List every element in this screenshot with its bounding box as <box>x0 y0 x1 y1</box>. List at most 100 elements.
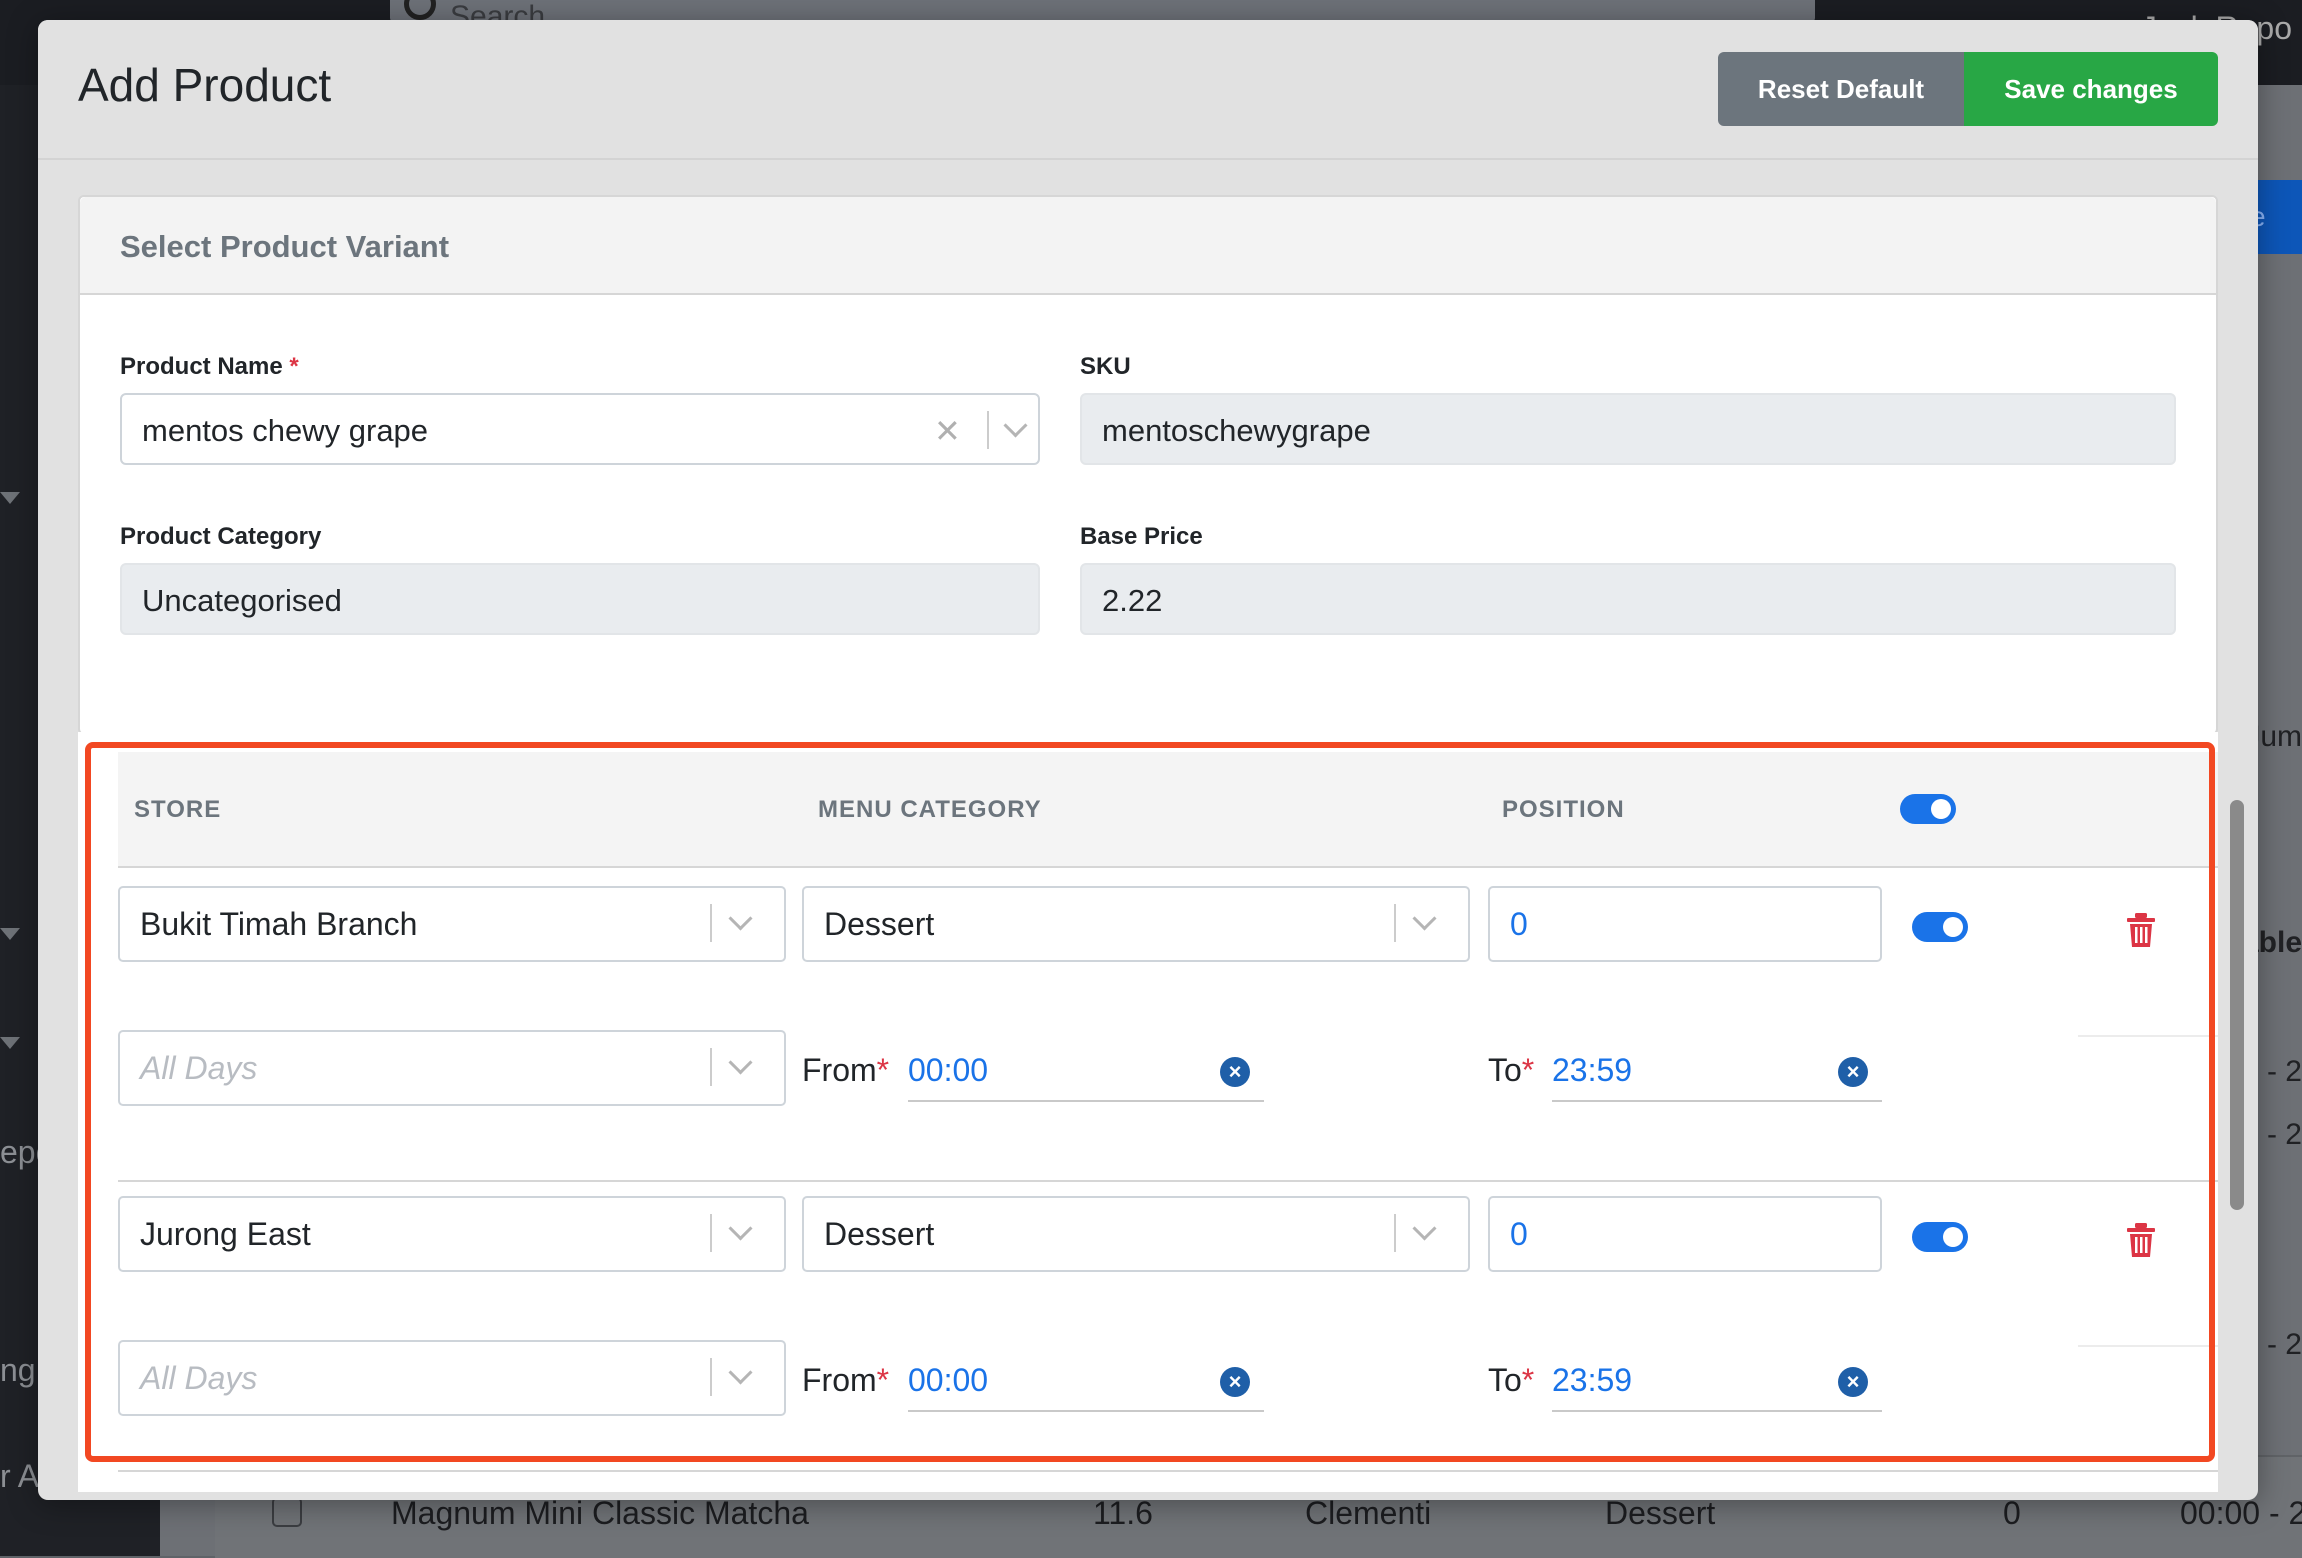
row-enabled-toggle[interactable] <box>1912 912 1968 942</box>
product-category-value: Uncategorised <box>142 583 342 618</box>
sidebar-caret-icon <box>0 928 20 940</box>
clear-to-time-icon[interactable]: × <box>1838 1057 1868 1087</box>
clear-from-time-icon[interactable]: × <box>1220 1367 1250 1397</box>
to-time-input[interactable]: 23:59 <box>1552 1350 1882 1412</box>
background-time: 00:00 - 2 <box>2180 1495 2302 1531</box>
select-divider <box>1394 1214 1396 1252</box>
sku-field: mentoschewygrape <box>1080 393 2176 465</box>
sidebar-caret-icon <box>0 492 20 504</box>
days-select[interactable]: All Days <box>118 1030 786 1106</box>
product-category-field: Uncategorised <box>120 563 1040 635</box>
clear-from-time-icon[interactable]: × <box>1220 1057 1250 1087</box>
sidebar-fragment: r A <box>0 1458 40 1494</box>
row-enabled-toggle[interactable] <box>1912 1222 1968 1252</box>
clear-icon[interactable]: ✕ <box>934 395 961 467</box>
background-search-placeholder: Search <box>450 0 546 22</box>
store-column-header: STORE <box>134 796 222 823</box>
background-store: Clementi <box>1305 1495 1432 1531</box>
chevron-down-icon[interactable] <box>1003 413 1028 438</box>
sku-label: SKU <box>1080 353 1131 380</box>
trash-icon[interactable] <box>2126 1222 2156 1258</box>
chevron-down-icon[interactable] <box>728 906 753 931</box>
chevron-down-icon[interactable] <box>728 1050 753 1075</box>
select-divider <box>710 1358 712 1396</box>
trash-icon[interactable] <box>2126 912 2156 948</box>
search-icon <box>404 0 436 20</box>
required-mark: * <box>876 1362 890 1398</box>
position-value: 0 <box>1510 1216 1528 1252</box>
store-value: Bukit Timah Branch <box>140 906 418 942</box>
add-product-modal: Add Product Reset Default Save changes S… <box>38 20 2258 1500</box>
to-time-value: 23:59 <box>1552 1052 1633 1088</box>
row-gutter-line <box>2078 1035 2218 1037</box>
toggle-all-switch[interactable] <box>1900 794 1956 824</box>
product-name-value: mentos chewy grape <box>142 413 429 448</box>
position-input[interactable]: 0 <box>1488 1196 1882 1272</box>
from-label-text: From <box>802 1052 877 1088</box>
from-time-input[interactable]: 00:00 <box>908 1040 1264 1102</box>
to-time-input[interactable]: 23:59 <box>1552 1040 1882 1102</box>
clear-to-time-icon[interactable]: × <box>1838 1367 1868 1397</box>
from-label: From* <box>802 1052 889 1089</box>
select-divider <box>710 1214 712 1252</box>
position-column-header: POSITION <box>1502 796 1625 823</box>
product-category-label: Product Category <box>120 523 322 550</box>
base-price-field: 2.22 <box>1080 563 2176 635</box>
from-label-text: From <box>802 1362 877 1398</box>
chevron-down-icon[interactable] <box>728 1216 753 1241</box>
store-select[interactable]: Jurong East <box>118 1196 786 1272</box>
product-name-select[interactable]: mentos chewy grape ✕ <box>120 393 1040 465</box>
chevron-down-icon[interactable] <box>1412 906 1437 931</box>
select-divider <box>710 1048 712 1086</box>
background-row-checkbox <box>272 1497 302 1527</box>
modal-header: Add Product Reset Default Save changes <box>38 20 2258 160</box>
background-position: 0 <box>2003 1495 2021 1531</box>
chevron-down-icon[interactable] <box>1412 1216 1437 1241</box>
store-value: Jurong East <box>140 1216 311 1252</box>
from-time-value: 00:00 <box>908 1052 989 1088</box>
to-label-text: To <box>1488 1052 1522 1088</box>
chevron-down-icon[interactable] <box>728 1360 753 1385</box>
save-changes-button[interactable]: Save changes <box>1964 52 2218 126</box>
menu-category-column-header: MENU CATEGORY <box>818 796 1042 823</box>
required-mark: * <box>1521 1052 1535 1088</box>
product-variant-card: Select Product Variant Product Name * me… <box>78 195 2218 735</box>
to-label: To* <box>1488 1362 1534 1399</box>
sidebar-fragment: ng <box>0 1352 36 1388</box>
menu-category-select[interactable]: Dessert <box>802 886 1470 962</box>
base-price-label: Base Price <box>1080 523 1203 550</box>
required-mark: * <box>1521 1362 1535 1398</box>
product-name-label: Product Name * <box>120 353 299 381</box>
to-label: To* <box>1488 1052 1534 1089</box>
background-search-bar: Search <box>390 0 1815 22</box>
row-separator <box>118 1180 2218 1182</box>
product-name-label-text: Product Name <box>120 353 283 380</box>
days-placeholder: All Days <box>140 1360 258 1396</box>
product-variant-card-header: Select Product Variant <box>80 197 2216 295</box>
from-time-input[interactable]: 00:00 <box>908 1350 1264 1412</box>
from-label: From* <box>802 1362 889 1399</box>
reset-default-button[interactable]: Reset Default <box>1718 52 1964 126</box>
row-gutter-line <box>2078 1345 2218 1347</box>
modal-scrollbar[interactable] <box>2230 800 2244 1210</box>
background-category: Dessert <box>1605 1495 1716 1531</box>
select-divider <box>987 411 989 449</box>
required-mark: * <box>876 1052 890 1088</box>
from-time-value: 00:00 <box>908 1362 989 1398</box>
days-select[interactable]: All Days <box>118 1340 786 1416</box>
store-assignment-panel: STORE MENU CATEGORY POSITION Bukit Timah… <box>78 732 2218 1492</box>
position-input[interactable]: 0 <box>1488 886 1882 962</box>
store-select[interactable]: Bukit Timah Branch <box>118 886 786 962</box>
menu-category-value: Dessert <box>824 906 935 942</box>
row-separator <box>118 1470 2218 1472</box>
background-product-name: Magnum Mini Classic Matcha <box>391 1495 809 1531</box>
required-mark: * <box>289 353 299 380</box>
select-divider <box>1394 904 1396 942</box>
select-divider <box>710 904 712 942</box>
to-time-value: 23:59 <box>1552 1362 1633 1398</box>
background-price: 11.6 <box>1093 1495 1153 1531</box>
card-title: Select Product Variant <box>120 229 450 264</box>
store-table-header: STORE MENU CATEGORY POSITION <box>118 752 2218 868</box>
menu-category-select[interactable]: Dessert <box>802 1196 1470 1272</box>
sidebar-caret-icon <box>0 1037 20 1049</box>
